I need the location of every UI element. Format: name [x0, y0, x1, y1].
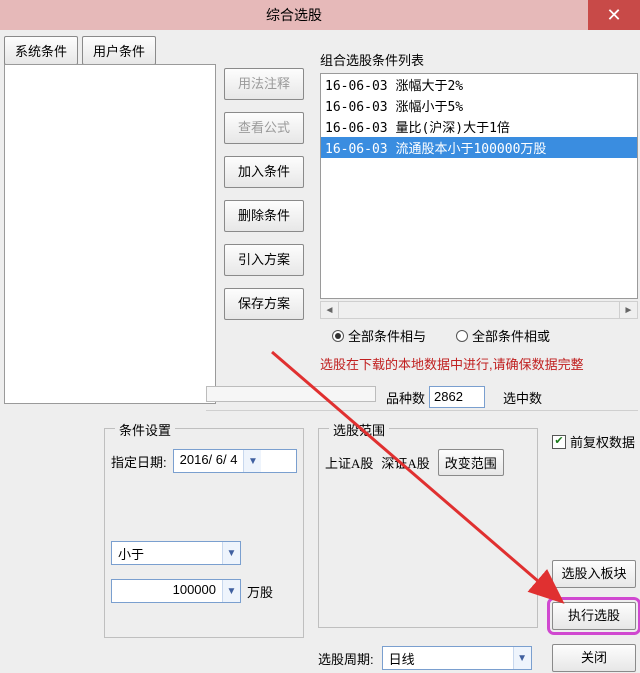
radio-dot-icon	[332, 330, 344, 342]
warning-text: 选股在下载的本地数据中进行,请确保数据完整	[320, 354, 638, 373]
check-icon: ✔	[552, 435, 566, 449]
chevron-down-icon: ▼	[222, 542, 240, 564]
condition-settings-legend: 条件设置	[115, 420, 175, 439]
radio-all-and[interactable]: 全部条件相与	[332, 326, 426, 345]
condition-list-item[interactable]: 16-06-03 涨幅大于2%	[321, 74, 637, 95]
radio-dot-icon	[456, 330, 468, 342]
condition-list[interactable]: 16-06-03 涨幅大于2%16-06-03 涨幅小于5%16-06-03 量…	[320, 73, 638, 299]
range-group: 选股范围 上证A股 深证A股 改变范围	[318, 428, 538, 628]
date-picker[interactable]: 2016/ 6/ 4 ▼	[173, 449, 297, 473]
into-block-button[interactable]: 选股入板块	[552, 560, 636, 588]
selected-count-label: 选中数	[503, 388, 542, 407]
condition-tree[interactable]	[4, 64, 216, 404]
add-condition-button[interactable]: 加入条件	[224, 156, 304, 188]
view-formula-button[interactable]: 查看公式	[224, 112, 304, 144]
operator-select[interactable]: 小于 ▼	[111, 541, 241, 565]
import-plan-button[interactable]: 引入方案	[224, 244, 304, 276]
chevron-down-icon: ▼	[243, 450, 261, 472]
close-window-button[interactable]: ✕	[588, 0, 640, 30]
total-count-label: 品种数	[386, 388, 425, 407]
period-select[interactable]: 日线 ▼	[382, 646, 532, 670]
condition-list-item[interactable]: 16-06-03 流通股本小于100000万股	[321, 137, 637, 158]
chevron-down-icon: ▼	[222, 580, 240, 602]
unit-label: 万股	[247, 582, 273, 601]
usage-note-button[interactable]: 用法注释	[224, 68, 304, 100]
total-count-value: 2862	[429, 386, 485, 408]
hscrollbar[interactable]: ◄ ►	[320, 301, 638, 319]
condition-list-legend: 组合选股条件列表	[320, 50, 638, 69]
date-label: 指定日期:	[111, 452, 167, 471]
condition-settings-group: 条件设置 指定日期: 2016/ 6/ 4 ▼ 小于 ▼ 100000 ▼ 万股	[104, 428, 304, 638]
save-plan-button[interactable]: 保存方案	[224, 288, 304, 320]
scroll-right-icon[interactable]: ►	[619, 302, 637, 318]
condition-list-item[interactable]: 16-06-03 量比(沪深)大于1倍	[321, 116, 637, 137]
fuquan-checkbox[interactable]: ✔ 前复权数据	[552, 432, 635, 451]
progress-bar	[206, 386, 376, 402]
tab-user-conditions[interactable]: 用户条件	[82, 36, 156, 65]
radio-all-or[interactable]: 全部条件相或	[456, 326, 550, 345]
tab-system-conditions[interactable]: 系统条件	[4, 36, 78, 65]
title-bar: 综合选股 ✕	[0, 0, 640, 30]
condition-list-item[interactable]: 16-06-03 涨幅小于5%	[321, 95, 637, 116]
amount-input[interactable]: 100000 ▼	[111, 579, 241, 603]
close-icon: ✕	[606, 5, 621, 26]
execute-button[interactable]: 执行选股	[552, 602, 636, 630]
close-button[interactable]: 关闭	[552, 644, 636, 672]
delete-condition-button[interactable]: 删除条件	[224, 200, 304, 232]
scroll-left-icon[interactable]: ◄	[321, 302, 339, 318]
change-range-button[interactable]: 改变范围	[438, 449, 504, 476]
sz-a-label: 深证A股	[381, 453, 429, 472]
separator	[206, 410, 638, 411]
window-title: 综合选股	[0, 5, 588, 25]
chevron-down-icon: ▼	[513, 647, 531, 669]
range-legend: 选股范围	[329, 420, 389, 439]
sh-a-label: 上证A股	[325, 453, 373, 472]
period-label: 选股周期:	[318, 649, 374, 668]
